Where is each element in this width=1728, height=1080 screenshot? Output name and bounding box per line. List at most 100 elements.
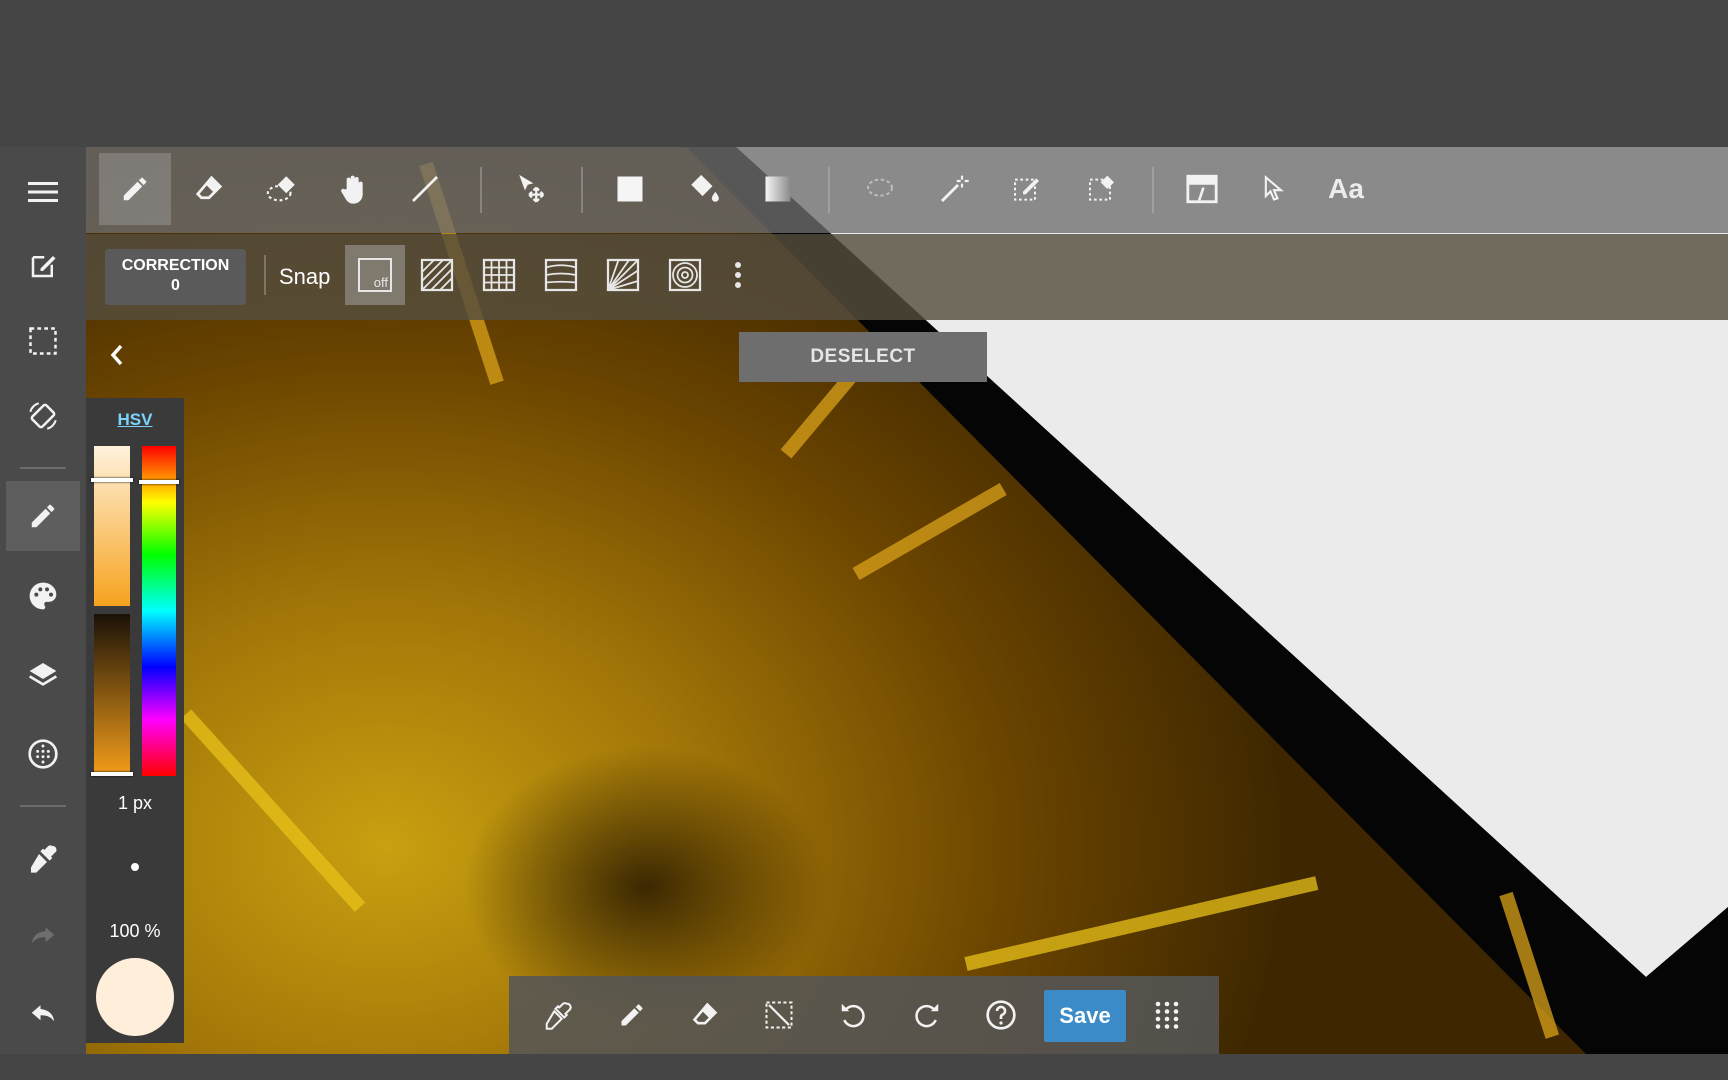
select-pen-icon — [1011, 173, 1043, 205]
edit-button[interactable] — [6, 231, 80, 301]
palette-icon — [27, 580, 59, 612]
bottom-pen-button[interactable] — [599, 982, 665, 1048]
apps-grid-button[interactable] — [1134, 982, 1200, 1048]
snap-off-button[interactable]: off — [345, 245, 405, 305]
lasso-tool-button[interactable] — [844, 153, 916, 225]
brush-size-preview — [131, 863, 139, 871]
snap-parallel-button[interactable] — [407, 245, 467, 305]
grid-icon — [481, 257, 517, 293]
materials-button[interactable] — [6, 719, 80, 789]
toolbar-separator — [480, 167, 482, 213]
selection-eraser-tool-button[interactable] — [246, 153, 318, 225]
select-eraser-tool-button[interactable] — [1066, 153, 1138, 225]
save-button[interactable]: Save — [1044, 990, 1126, 1042]
hand-tool-button[interactable] — [316, 153, 388, 225]
canvas-stroke — [852, 482, 1007, 581]
rotate-screen-icon — [26, 399, 60, 433]
value-marker[interactable] — [91, 772, 133, 776]
snap-off-icon: off — [358, 258, 392, 292]
bottom-eyedropper-button[interactable] — [525, 982, 591, 1048]
pen-size-label[interactable]: 1 px — [86, 793, 184, 814]
toolbar-separator — [581, 167, 583, 213]
hue-marker[interactable] — [139, 480, 179, 484]
snap-off-label: off — [373, 275, 388, 290]
move-tool-button[interactable] — [496, 153, 568, 225]
color-palette-button[interactable] — [6, 561, 80, 631]
lasso-icon — [864, 173, 896, 205]
saturation-marker[interactable] — [91, 478, 133, 482]
eraser-icon — [194, 174, 224, 204]
selection-button[interactable] — [6, 306, 80, 376]
undo-button[interactable] — [6, 979, 80, 1049]
bottom-undo-button[interactable] — [820, 982, 886, 1048]
deselect-button[interactable]: DESELECT — [739, 332, 987, 382]
eraser-tool-button[interactable] — [173, 153, 245, 225]
sub-toolbar — [86, 234, 1728, 320]
operation-tool-button[interactable] — [1238, 153, 1310, 225]
correction-button[interactable]: CORRECTION 0 — [105, 249, 246, 305]
fill-rect-tool-button[interactable] — [594, 153, 666, 225]
bottom-eraser-button[interactable] — [672, 982, 738, 1048]
redo-icon — [28, 921, 58, 951]
select-pen-tool-button[interactable] — [991, 153, 1063, 225]
cursor-icon — [1260, 175, 1288, 203]
line-tool-button[interactable] — [389, 153, 461, 225]
screen-bottom-strip — [0, 1054, 1728, 1080]
bottom-redo-button[interactable] — [894, 982, 960, 1048]
rotate-ccw-icon — [838, 1000, 868, 1030]
chevron-left-icon — [108, 343, 126, 367]
saturation-slider[interactable] — [94, 446, 130, 606]
brush-panel-button[interactable] — [6, 481, 80, 551]
help-icon — [985, 999, 1017, 1031]
gradient-icon — [763, 174, 793, 204]
hand-icon — [336, 173, 368, 205]
correction-value: 0 — [171, 277, 180, 294]
snap-radial-button[interactable] — [593, 245, 653, 305]
hsv-mode-link[interactable]: HSV — [86, 410, 184, 430]
clear-selection-icon — [764, 1000, 794, 1030]
select-eraser-icon — [1086, 173, 1118, 205]
gradient-tool-button[interactable] — [742, 153, 814, 225]
snap-perspective-button[interactable] — [531, 245, 591, 305]
undo-icon — [28, 999, 58, 1029]
eyedropper-icon — [543, 1000, 573, 1030]
paint-bucket-icon — [687, 172, 721, 206]
pencil-icon — [28, 501, 58, 531]
toolbar-separator — [264, 255, 266, 295]
panel-divide-tool-button[interactable] — [1166, 153, 1238, 225]
clear-selection-button[interactable] — [746, 982, 812, 1048]
snap-grid-button[interactable] — [469, 245, 529, 305]
paint-app: Aa CORRECTION 0 Snap off DESELECT HSV 1 … — [0, 147, 1728, 1054]
snap-circle-button[interactable] — [655, 245, 715, 305]
pen-tool-button[interactable] — [99, 153, 171, 225]
panel-icon — [1185, 172, 1219, 206]
magic-wand-tool-button[interactable] — [918, 153, 990, 225]
help-button[interactable] — [968, 982, 1034, 1048]
current-color-swatch[interactable] — [96, 958, 174, 1036]
hue-slider[interactable] — [142, 446, 176, 776]
value-slider[interactable] — [94, 614, 130, 774]
parallel-lines-icon — [419, 257, 455, 293]
sidebar-separator — [20, 805, 66, 807]
eyedropper-icon — [27, 842, 59, 874]
bucket-tool-button[interactable] — [668, 153, 740, 225]
eraser-icon — [691, 1001, 719, 1029]
eyedropper-button[interactable] — [6, 823, 80, 893]
layers-button[interactable] — [6, 640, 80, 710]
toolbar-separator — [1152, 167, 1154, 213]
edit-icon — [28, 251, 58, 281]
grid-dots-icon — [1154, 1000, 1180, 1030]
text-tool-button[interactable]: Aa — [1310, 153, 1382, 225]
dotted-selection-icon — [28, 326, 58, 356]
move-icon — [515, 172, 549, 206]
opacity-label[interactable]: 100 % — [86, 921, 184, 942]
sidebar-separator — [20, 467, 66, 469]
concentric-circles-icon — [667, 257, 703, 293]
rotate-canvas-button[interactable] — [6, 381, 80, 451]
collapse-panel-button[interactable] — [108, 343, 126, 367]
more-options-button[interactable] — [718, 245, 758, 305]
more-vertical-icon — [733, 260, 743, 290]
redo-button[interactable] — [6, 901, 80, 971]
correction-label: CORRECTION — [121, 257, 230, 274]
menu-button[interactable] — [6, 157, 80, 227]
